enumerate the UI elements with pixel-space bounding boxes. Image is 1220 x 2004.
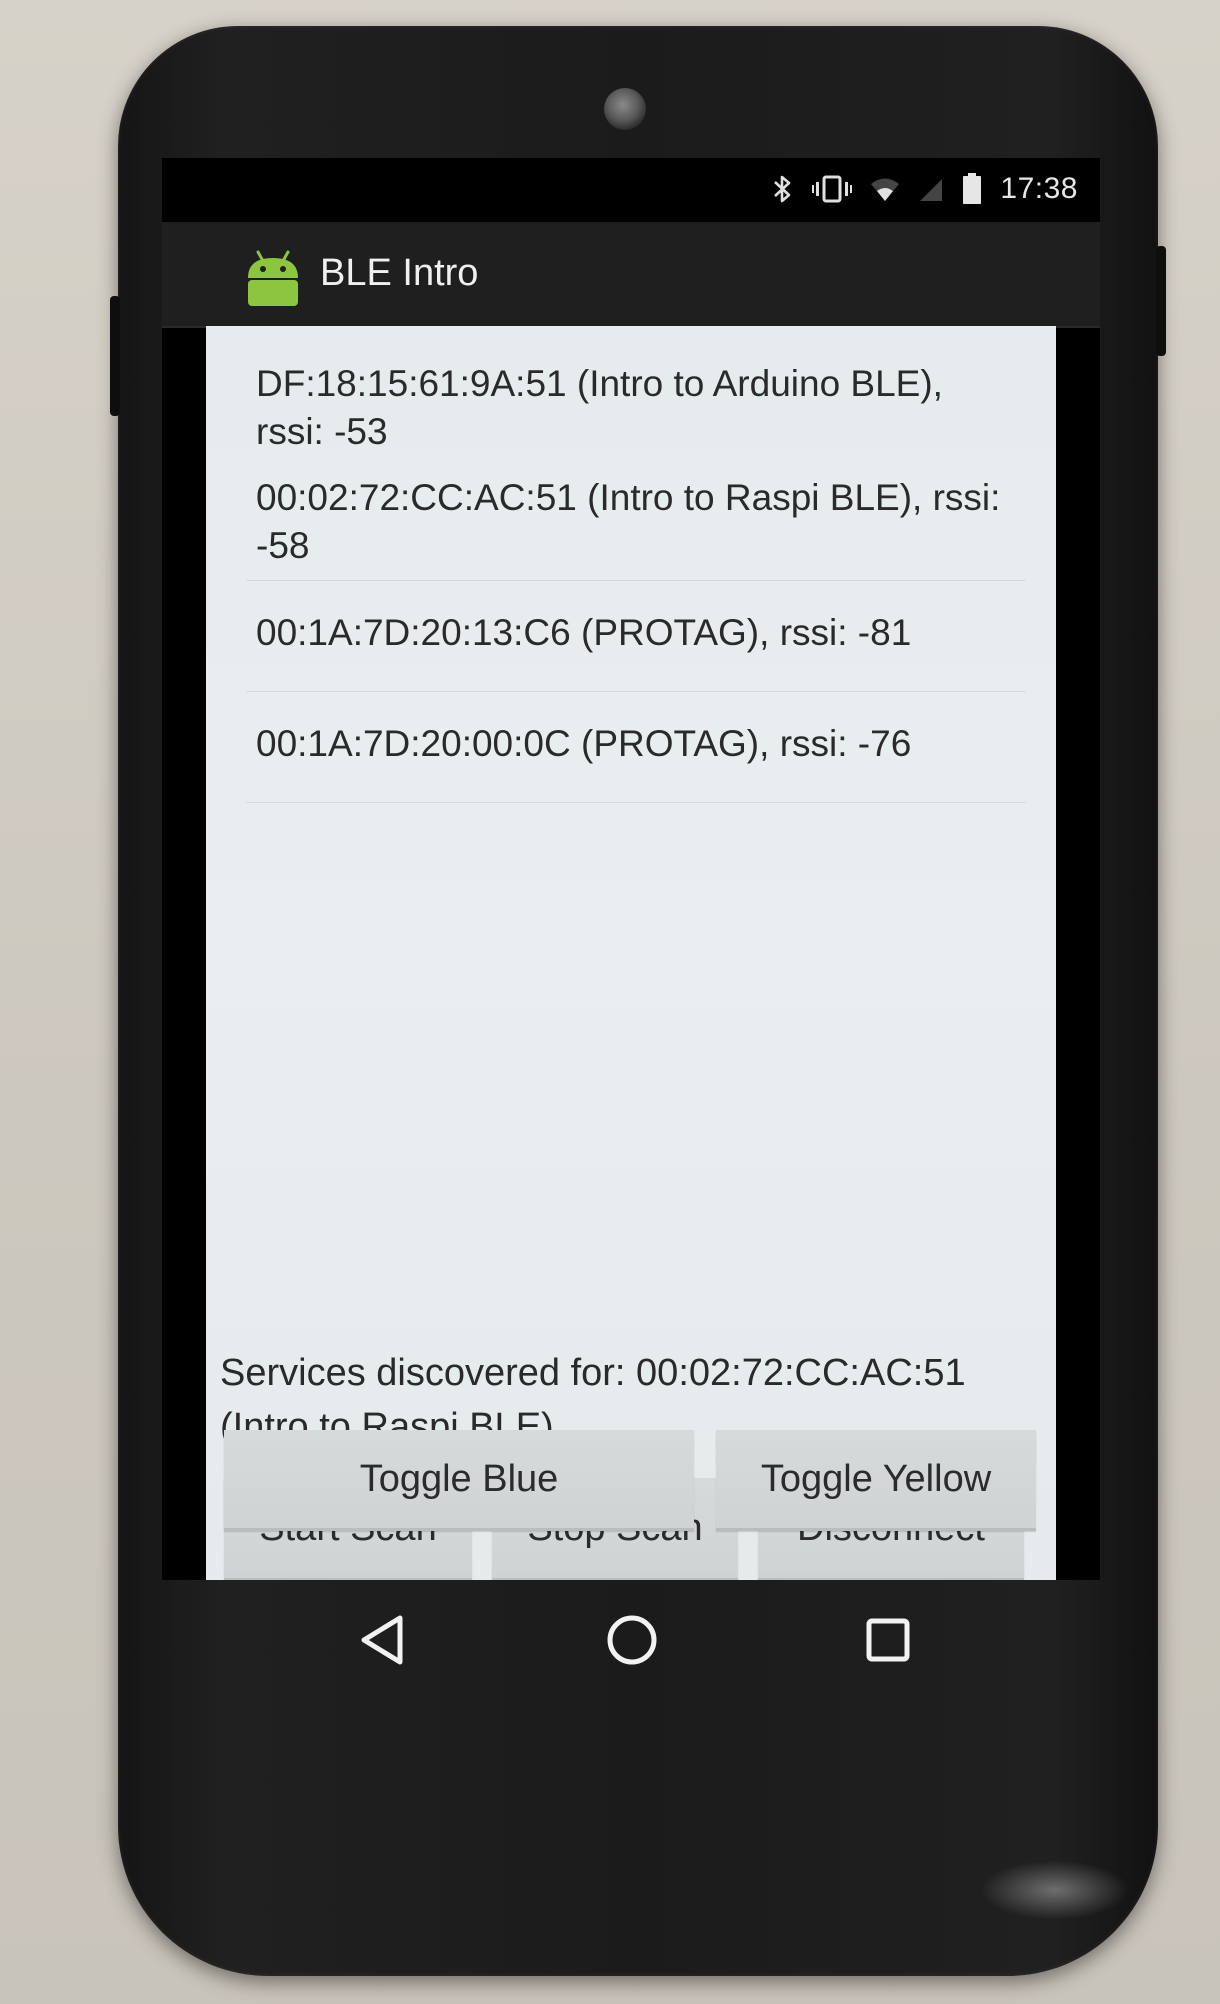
- device-list-item[interactable]: DF:18:15:61:9A:51 (Intro to Arduino BLE)…: [246, 352, 1026, 466]
- screen-glare: [980, 1860, 1130, 1920]
- bluetooth-icon: [772, 174, 794, 204]
- power-button[interactable]: [110, 296, 120, 416]
- status-bar: 17:38: [162, 158, 1100, 222]
- device-list-item[interactable]: 00:1A:7D:20:00:0C (PROTAG), rssi: -76: [246, 692, 1026, 803]
- toggle-blue-button[interactable]: Toggle Blue: [224, 1430, 694, 1531]
- screen: 17:38 BLE Intro DF:18:15:61:9A:51 (Intro…: [162, 158, 1100, 1580]
- toggle-yellow-button[interactable]: Toggle Yellow: [716, 1430, 1036, 1531]
- device-list-item[interactable]: 00:02:72:CC:AC:51 (Intro to Raspi BLE), …: [246, 466, 1026, 581]
- volume-button[interactable]: [1156, 246, 1166, 356]
- main-content: DF:18:15:61:9A:51 (Intro to Arduino BLE)…: [206, 326, 1056, 1580]
- recents-icon[interactable]: [856, 1608, 920, 1672]
- signal-icon: [918, 175, 944, 203]
- battery-icon: [962, 173, 982, 205]
- vibrate-icon: [812, 174, 853, 204]
- device-list-item[interactable]: 00:1A:7D:20:13:C6 (PROTAG), rssi: -81: [246, 581, 1026, 692]
- device-list: DF:18:15:61:9A:51 (Intro to Arduino BLE)…: [246, 352, 1026, 803]
- home-icon[interactable]: [600, 1608, 664, 1672]
- earpiece: [604, 88, 646, 130]
- android-icon: [242, 248, 304, 310]
- back-icon[interactable]: [350, 1608, 414, 1672]
- wifi-icon: [870, 175, 900, 203]
- navigation-bar: [162, 1580, 1100, 1700]
- status-time: 17:38: [1000, 172, 1078, 205]
- action-bar: BLE Intro: [162, 222, 1100, 328]
- app-title: BLE Intro: [320, 252, 479, 294]
